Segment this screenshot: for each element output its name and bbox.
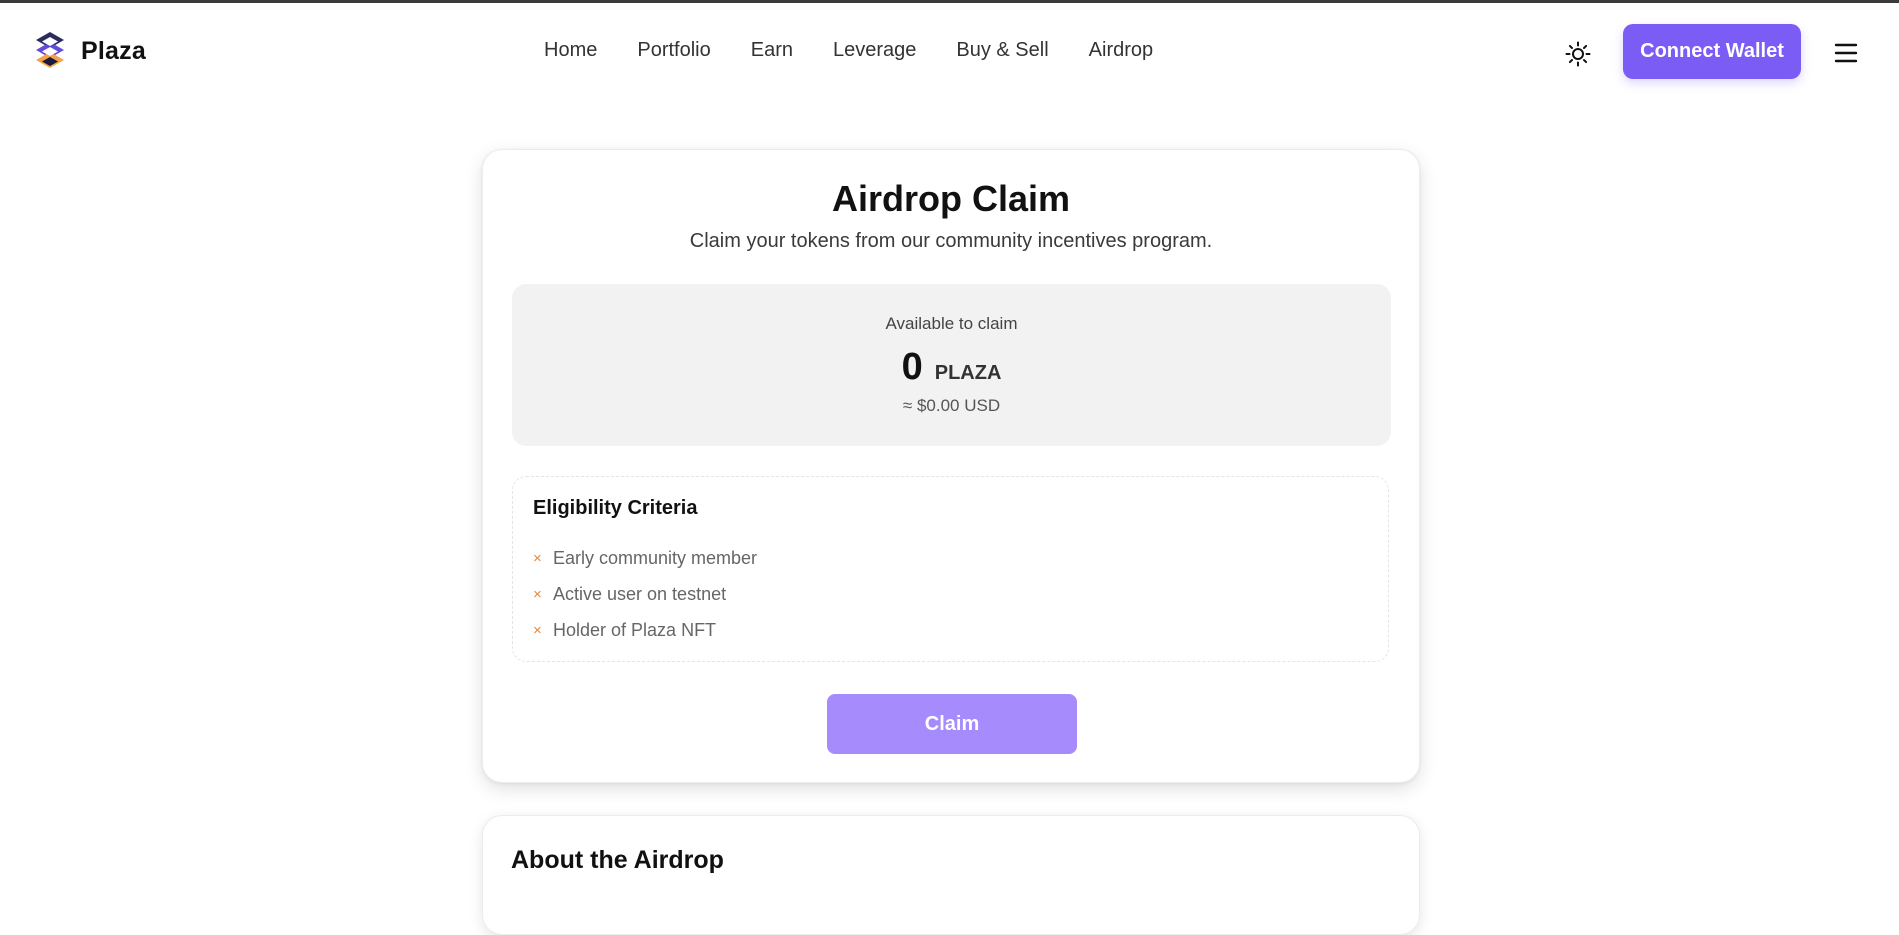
logo-text: Plaza [81,36,146,65]
page-title: Airdrop Claim [831,178,1071,219]
cross-icon: × [533,621,542,639]
claim-button[interactable]: Claim [827,694,1077,754]
about-airdrop-card: About the Airdrop [482,815,1420,935]
hamburger-menu-icon [1834,43,1858,63]
eligibility-criteria-title: Eligibility Criteria [533,497,698,519]
nav-item-leverage[interactable]: Leverage [833,39,916,62]
plaza-logo[interactable]: Plaza [33,31,146,71]
airdrop-claim-card: Airdrop Claim Claim your tokens from our… [482,149,1420,783]
nav-item-earn[interactable]: Earn [751,39,793,62]
claim-amount-row: 0 PLAZA [512,346,1391,389]
list-item: × Holder of Plaza NFT [533,612,757,648]
theme-toggle-button[interactable] [1563,39,1593,69]
connect-wallet-button[interactable]: Connect Wallet [1623,24,1801,79]
stacked-layers-icon [36,32,64,68]
criteria-label: Holder of Plaza NFT [553,619,717,640]
usd-value: ≈ $0.00 USD [902,396,1001,415]
sun-icon [1565,41,1591,67]
eligibility-criteria-list: × Early community member × Active user o… [533,540,757,648]
token-symbol: PLAZA [934,362,1002,384]
cross-icon: × [533,549,542,567]
nav-item-home[interactable]: Home [544,39,597,62]
section-title: About the Airdrop [511,846,724,874]
top-navigation-bar: Plaza Home Portfolio Earn Leverage Buy &… [0,6,1899,96]
criteria-label: Active user on testnet [553,583,727,604]
claim-amount: 0 [901,346,923,388]
criteria-label: Early community member [553,547,758,568]
claimable-balance-panel: Available to claim 0 PLAZA ≈ $0.00 USD [512,284,1391,446]
cross-icon: × [533,585,542,603]
nav-item-buy-sell[interactable]: Buy & Sell [956,39,1048,62]
list-item: × Early community member [533,540,757,576]
nav-item-airdrop[interactable]: Airdrop [1089,39,1153,62]
nav-item-portfolio[interactable]: Portfolio [637,39,710,62]
eligibility-criteria-panel: Eligibility Criteria × Early community m… [512,476,1389,662]
main-nav: Home Portfolio Earn Leverage Buy & Sell … [544,39,1153,62]
list-item: × Active user on testnet [533,576,757,612]
page-subtitle: Claim your tokens from our community inc… [689,230,1213,252]
menu-button[interactable] [1832,41,1860,65]
available-to-claim-label: Available to claim [885,314,1018,333]
